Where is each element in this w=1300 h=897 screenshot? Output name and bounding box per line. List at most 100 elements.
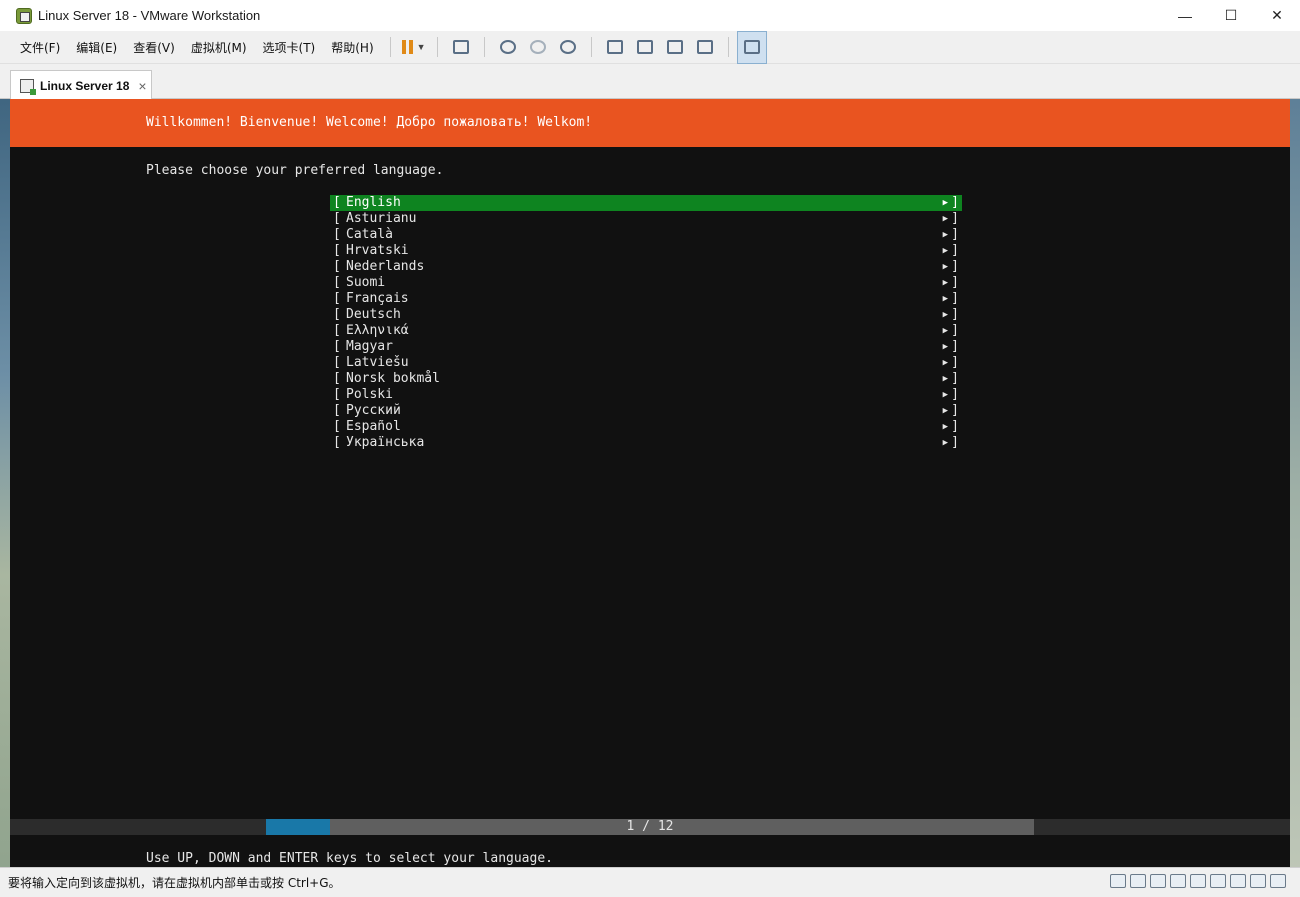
menu-edit[interactable]: 编辑(E) [68,31,125,64]
left-bracket: [ [333,227,341,242]
snapshot-button[interactable] [493,31,523,64]
language-option[interactable]: [ English ▶] [330,195,962,211]
console-view-button[interactable] [736,30,767,64]
right-bracket: ] [951,291,959,306]
network-adapter-icon[interactable] [1190,874,1206,888]
submenu-arrow-icon: ▶ [942,246,948,256]
language-name: Українська [346,435,425,450]
submenu-arrow-icon: ▶ [942,406,948,416]
chevron-down-icon[interactable]: ▼ [417,42,426,52]
language-option[interactable]: [Suomi ▶] [330,275,962,291]
language-name: Latviešu [346,355,409,370]
vm-running-icon [20,78,36,95]
close-button[interactable]: ✕ [1254,0,1300,31]
language-option[interactable]: [Asturianu ▶] [330,211,962,227]
menu-tabs[interactable]: 选项卡(T) [255,31,324,64]
library-icon [606,40,623,54]
right-bracket: ] [951,195,959,210]
progress-text: 1 / 12 [626,819,674,834]
submenu-arrow-icon: ▶ [942,310,948,320]
left-bracket: [ [333,355,341,370]
submenu-arrow-icon: ▶ [942,278,948,288]
show-library-button[interactable] [600,31,630,64]
left-bracket: [ [333,307,341,322]
language-option[interactable]: [Deutsch ▶] [330,307,962,323]
language-option[interactable]: [Nederlands ▶] [330,259,962,275]
fullscreen-icon [666,40,683,54]
right-bracket: ] [951,323,959,338]
progress-area: 1 / 12 [10,819,1290,835]
unity-icon [696,40,713,54]
cd-dvd-icon[interactable] [1130,874,1146,888]
right-bracket: ] [951,227,959,242]
menu-toolbar: 文件(F) 编辑(E) 查看(V) 虚拟机(M) 选项卡(T) 帮助(H) ▼ [0,30,1300,64]
language-option[interactable]: [Polski ▶] [330,387,962,403]
tab-linux-server-18[interactable]: Linux Server 18 × [10,70,152,100]
help-text: Use UP, DOWN and ENTER keys to select yo… [146,851,553,866]
usb-icon[interactable] [1210,874,1226,888]
language-option[interactable]: [Català ▶] [330,227,962,243]
menu-vm[interactable]: 虚拟机(M) [183,31,255,64]
snapshot-manager-icon [559,40,576,54]
vmware-window: Linux Server 18 - VMware Workstation — ☐… [0,0,1300,897]
language-option[interactable]: [Українська ▶] [330,435,962,451]
unity-button[interactable] [690,31,720,64]
right-bracket: ] [951,339,959,354]
language-name: Suomi [346,275,386,290]
language-name: Polski [346,387,393,402]
language-name: English [346,195,401,210]
right-bracket: ] [951,243,959,258]
minimize-button[interactable]: — [1162,0,1208,31]
right-bracket: ] [951,355,959,370]
display-icon[interactable] [1270,874,1286,888]
menu-file[interactable]: 文件(F) [12,31,68,64]
language-option[interactable]: [Русский ▶] [330,403,962,419]
submenu-arrow-icon: ▶ [942,422,948,432]
keyboard-icon [452,40,469,54]
language-option[interactable]: [Ελληνικά ▶] [330,323,962,339]
sound-card-icon[interactable] [1230,874,1246,888]
send-ctrl-alt-del-button[interactable] [446,31,476,64]
language-option[interactable]: [ Magyar ▶] [330,339,962,355]
left-bracket: [ [333,259,341,274]
left-bracket: [ [333,243,341,258]
console-view-icon [743,40,760,54]
language-option[interactable]: [Latviešu ▶] [330,355,962,371]
fullscreen-button[interactable] [660,31,690,64]
left-bracket: [ [333,419,341,434]
language-name: Magyar [346,339,393,354]
snapshot-manager-button[interactable] [553,31,583,64]
left-bracket: [ [333,195,341,210]
right-bracket: ] [951,403,959,418]
left-bracket: [ [333,387,341,402]
floppy-icon[interactable] [1170,874,1186,888]
pause-icon [401,40,413,54]
language-option[interactable]: [Español ▶] [330,419,962,435]
hard-disk-icon[interactable] [1110,874,1126,888]
left-bracket: [ [333,435,341,450]
vmware-app-icon [16,7,32,24]
language-option[interactable]: [Français ▶] [330,291,962,307]
submenu-arrow-icon: ▶ [942,326,948,336]
submenu-arrow-icon: ▶ [942,342,948,352]
menu-view[interactable]: 查看(V) [125,31,183,64]
right-bracket: ] [951,211,959,226]
printer-icon[interactable] [1250,874,1266,888]
show-thumbnail-button[interactable] [630,31,660,64]
language-name: Asturianu [346,211,417,226]
submenu-arrow-icon: ▶ [942,198,948,208]
vm-console[interactable]: Willkommen! Bienvenue! Welcome! Добро по… [10,99,1290,867]
maximize-button[interactable]: ☐ [1208,0,1254,31]
menu-help[interactable]: 帮助(H) [323,31,381,64]
cd-dvd-icon[interactable] [1150,874,1166,888]
device-icons [1110,874,1286,888]
revert-snapshot-button[interactable] [523,31,553,64]
left-bracket: [ [333,339,341,354]
language-name: Norsk bokmål [346,371,440,386]
toolbar-separator [590,37,592,57]
language-option[interactable]: [Norsk bokmål ▶] [330,371,962,387]
pause-button[interactable]: ▼ [399,31,429,64]
left-bracket: [ [333,403,341,418]
tab-close-icon[interactable]: × [138,78,146,94]
language-option[interactable]: [Hrvatski ▶] [330,243,962,259]
